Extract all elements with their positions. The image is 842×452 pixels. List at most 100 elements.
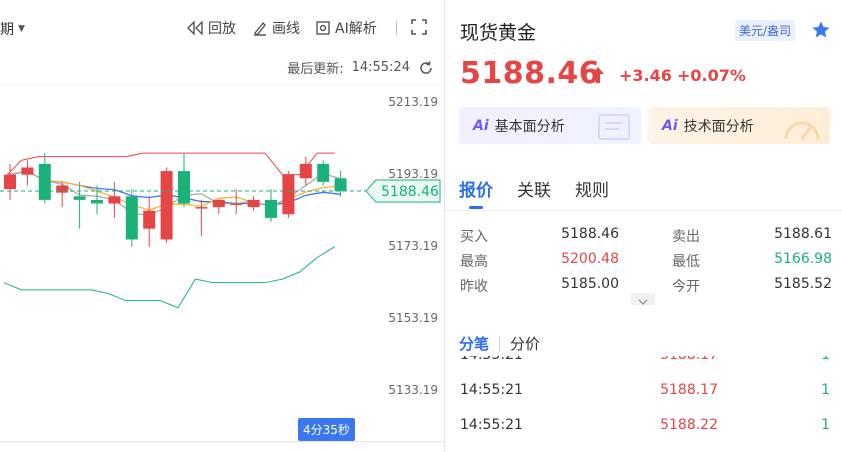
refresh-icon[interactable] [418,60,434,76]
candle-body [38,163,51,200]
bid-label: 买入 [460,229,488,245]
fundamental-analysis-label: 基本面分析 [494,118,565,135]
subtab-divider [499,336,501,351]
open-value: 5185.52 [774,276,832,292]
trade-row: 14:55:21 5188.22 1 [460,408,830,443]
trade-price: 5188.17 [660,356,718,363]
candle-body [299,163,312,179]
candle-body [247,199,260,208]
unit-badge[interactable]: 美元/盎司 [735,20,796,41]
info-tabs: 报价 关联 规则 [459,176,609,209]
open-label: 今开 [672,279,700,295]
low-label: 最低 [672,254,700,270]
star-icon[interactable] [811,20,831,40]
replay-label: 回放 [208,21,236,37]
candle-body [56,185,69,193]
replay-button[interactable]: 回放 [186,18,236,38]
trade-volume: 1 [821,417,830,433]
band-lower-line [3,246,335,309]
period-selector[interactable]: 期 ▼ [0,19,25,39]
candle-body [91,199,103,204]
candle-body [195,207,208,209]
technical-analysis-button[interactable]: Ai 技术面分析 [648,107,830,144]
current-price: 5188.46 [460,56,601,91]
ai-badge: Ai [473,117,489,134]
trade-volume: 1 [821,356,830,363]
current-price-tag-text: 5188.46 [381,184,439,200]
ai-badge: Ai [662,117,678,134]
bid-value: 5188.46 [561,226,619,242]
tabs-divider [445,210,842,211]
candle-body [143,210,156,229]
candle-body [334,178,347,192]
candle-body [21,167,34,175]
last-update: 最后更新: 14:55:24 [287,58,434,77]
toolbar-divider [396,21,397,35]
trade-time: 14:55:21 [460,417,523,433]
quote-row: 最高 5200.48 最低 5166.98 [460,251,832,276]
tab-related[interactable]: 关联 [517,176,551,201]
tab-quote[interactable]: 报价 [459,176,493,209]
info-panel: 现货黄金 美元/盎司 5188.46 +3.46 +0.07% Ai 基本面分析… [445,0,842,452]
candle-body [212,199,225,208]
chart-toolbar: 期 ▼ 回放 画线 AI解析 [0,0,444,56]
high-value: 5200.48 [561,251,619,267]
high-label: 最高 [460,254,488,270]
scan-icon [316,21,330,35]
trade-row: 14:55:21 5188.17 1 [460,373,830,408]
technical-analysis-label: 技术面分析 [683,118,754,135]
pen-icon [254,21,266,36]
quote-row: 买入 5188.46 卖出 5188.61 [460,226,832,251]
ask-label: 卖出 [672,229,700,245]
rewind-icon [187,21,203,35]
last-update-time: 14:55:24 [351,60,410,75]
trade-time: 14:55:21 [460,356,523,363]
ai-analysis-label: AI解析 [335,21,377,37]
chart-bottom-border [0,441,444,442]
chevron-down-icon [638,299,648,305]
instrument-title: 现货黄金 [460,22,537,44]
prev-close-value: 5185.00 [561,276,619,292]
trade-row: 14:55:21 5188.17 1 [460,356,830,373]
last-update-label: 最后更新: [287,62,344,77]
candle-body [282,174,295,215]
trade-time: 14:55:21 [460,382,523,398]
current-price-tag: 5188.46 [365,179,441,203]
ai-analysis-button[interactable]: AI解析 [315,18,377,38]
tab-rules[interactable]: 规则 [575,176,609,201]
arrow-up-icon [592,67,604,83]
chevron-down-icon: ▼ [18,24,25,34]
collapse-toggle[interactable] [631,293,655,305]
tab-price-distribution[interactable]: 分价 [510,333,540,354]
low-value: 5166.98 [774,251,832,267]
fullscreen-icon [411,19,427,35]
candle-body [73,196,86,200]
chart-panel: 期 ▼ 回放 画线 AI解析 最后更新: 14:55:24 5213.19 519… [0,0,444,452]
price-change: +3.46 [619,66,672,85]
y-axis-tick-label: 5173.19 [388,239,438,253]
candle-body [230,203,243,205]
tab-ticks[interactable]: 分笔 [459,333,489,354]
y-axis-tick-label: 5193.19 [388,167,438,181]
fundamental-analysis-button[interactable]: Ai 基本面分析 [459,107,641,144]
candlestick-chart[interactable]: 5213.19 5193.19 5173.19 5153.19 5133.19 5188… [0,84,444,414]
candle-body [317,163,330,182]
candle-body [178,171,190,204]
y-axis-tick-label: 5133.19 [388,383,438,397]
candle-timer-badge: 4分35秒 [298,418,355,441]
draw-button[interactable]: 画线 [252,18,300,38]
fullscreen-button[interactable] [410,18,428,36]
ask-value: 5188.61 [774,226,832,242]
period-label: 期 [0,22,14,38]
prev-close-label: 昨收 [460,279,488,295]
candle-body [4,174,16,190]
trade-price: 5188.17 [660,382,718,398]
trade-price: 5188.22 [660,417,718,433]
y-axis-tick-label: 5153.19 [388,311,438,325]
gauge-icon [784,121,820,140]
trade-list[interactable]: 14:55:21 5188.17 1 14:55:21 5188.17 1 14… [460,356,830,452]
trade-subtabs: 分笔 分价 [459,333,540,354]
document-icon [598,114,630,140]
draw-label: 画线 [272,21,300,37]
quote-grid: 买入 5188.46 卖出 5188.61 最高 5200.48 最低 5166… [460,226,832,301]
